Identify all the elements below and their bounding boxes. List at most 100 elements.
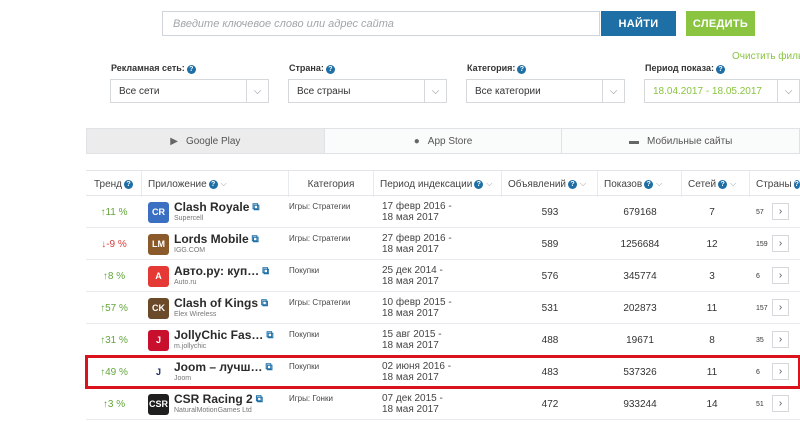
app-name-link[interactable]: Lords Mobile ⧉: [174, 233, 259, 246]
table-row[interactable]: ↑3 % CSR CSR Racing 2 ⧉ NaturalMotionGames L…: [86, 388, 800, 420]
sort-icon[interactable]: ⌵: [730, 179, 736, 189]
external-link-icon[interactable]: ⧉: [252, 201, 259, 214]
help-icon[interactable]: ?: [325, 65, 335, 74]
help-icon[interactable]: ?: [208, 179, 218, 189]
sort-icon[interactable]: ⌵: [221, 179, 227, 189]
category-value: Игры: Стратегии: [289, 234, 351, 243]
period-label: Период показа:?: [645, 63, 726, 74]
app-name-link[interactable]: Clash of Kings ⧉: [174, 297, 268, 310]
table-row[interactable]: ↑8 % А Авто.ру: куп… ⧉ Auto.ru Покупки 25 дек …: [86, 260, 800, 292]
col-countries[interactable]: Страны?: [750, 171, 800, 197]
trend-value: ↑49 %: [100, 366, 128, 378]
col-trend[interactable]: Тренд?: [86, 171, 142, 197]
external-link-icon[interactable]: ⧉: [252, 233, 259, 246]
external-link-icon[interactable]: ⧉: [261, 297, 268, 310]
app-cell: CK Clash of Kings ⧉ Elex Wireless: [148, 292, 280, 324]
trend-value: ↑57 %: [100, 302, 128, 314]
chevron-right-icon[interactable]: ›: [772, 363, 789, 380]
period-value: 17 февр 2016 -18 мая 2017: [382, 201, 452, 223]
help-icon[interactable]: ?: [718, 179, 728, 189]
app-name-link[interactable]: JollyChic Fas… ⧉: [174, 329, 274, 342]
trend-value: ↑11 %: [100, 206, 128, 218]
app-icon: J: [148, 361, 169, 383]
table-row[interactable]: ↓-9 % LM Lords Mobile ⧉ IGG.COM Игры: Стратег…: [86, 228, 800, 260]
ad-network-select[interactable]: Все сети ⌵: [110, 79, 269, 103]
tab-app-store[interactable]: ● App Store: [324, 129, 563, 153]
chevron-right-icon[interactable]: ›: [772, 203, 789, 220]
period-value: 02 июня 2016 -18 мая 2017: [382, 361, 452, 383]
ads-count: 593: [541, 206, 559, 218]
help-icon[interactable]: ?: [474, 179, 484, 189]
external-link-icon[interactable]: ⧉: [256, 393, 263, 406]
external-link-icon[interactable]: ⧉: [266, 329, 273, 342]
col-app[interactable]: Приложение? ⌵: [142, 171, 289, 197]
period-value: 10 февр 2015 -18 мая 2017: [382, 297, 452, 319]
app-name-link[interactable]: Авто.ру: куп… ⧉: [174, 265, 269, 278]
help-icon[interactable]: ?: [716, 65, 726, 74]
table-row[interactable]: ↑57 % CK Clash of Kings ⧉ Elex Wireless Игры:…: [86, 292, 800, 324]
shows-count: 537326: [623, 366, 657, 378]
sort-icon[interactable]: ⌵: [486, 179, 492, 189]
app-icon: А: [148, 265, 169, 287]
help-icon[interactable]: ?: [186, 65, 196, 74]
category-value: Покупки: [289, 266, 320, 275]
col-ads[interactable]: Объявлений? ⌵: [502, 171, 598, 197]
shows-count: 202873: [623, 302, 657, 314]
col-shows[interactable]: Показов? ⌵: [598, 171, 682, 197]
networks-count: 11: [706, 366, 718, 378]
period-select[interactable]: 18.04.2017 - 18.05.2017 ⌵: [644, 79, 800, 103]
period-value: 07 дек 2015 -18 мая 2017: [382, 393, 443, 415]
help-icon[interactable]: ?: [568, 179, 578, 189]
clear-filters-link[interactable]: Очистить филь: [732, 51, 800, 62]
app-name-link[interactable]: CSR Racing 2 ⧉: [174, 393, 263, 406]
follow-button[interactable]: СЛЕДИТЬ: [686, 11, 755, 36]
category-value: Покупки: [289, 330, 320, 339]
table-row[interactable]: ↑31 % J JollyChic Fas… ⧉ m.jollychic Покупки 1…: [86, 324, 800, 356]
app-cell: CR Clash Royale ⧉ Supercell: [148, 196, 280, 228]
chevron-right-icon[interactable]: ›: [772, 267, 789, 284]
help-icon[interactable]: ?: [644, 179, 654, 189]
app-icon: CK: [148, 297, 169, 319]
col-nets[interactable]: Сетей? ⌵: [682, 171, 750, 197]
period-value: 27 февр 2016 -18 мая 2017: [382, 233, 452, 255]
table-body: ↑11 % CR Clash Royale ⧉ Supercell Игры: Страт…: [85, 196, 800, 420]
chevron-down-icon: ⌵: [424, 80, 446, 102]
chevron-down-icon: ⌵: [777, 80, 799, 102]
chevron-right-icon[interactable]: ›: [772, 331, 789, 348]
networks-count: 3: [709, 270, 715, 282]
shows-count: 19671: [626, 334, 654, 346]
ads-count: 576: [541, 270, 559, 282]
chevron-right-icon[interactable]: ›: [772, 299, 789, 316]
help-icon[interactable]: ?: [793, 179, 800, 189]
ads-count: 488: [541, 334, 559, 346]
country-select[interactable]: Все страны ⌵: [288, 79, 447, 103]
app-name-link[interactable]: Joom – лучш… ⧉: [174, 361, 273, 374]
trend-value: ↑8 %: [102, 270, 126, 282]
app-cell: А Авто.ру: куп… ⧉ Auto.ru: [148, 260, 280, 292]
chevron-right-icon[interactable]: ›: [772, 235, 789, 252]
find-button[interactable]: НАЙТИ: [601, 11, 676, 36]
app-name-link[interactable]: Clash Royale ⧉: [174, 201, 260, 214]
help-icon[interactable]: ?: [124, 179, 134, 189]
tab-mobile-sites[interactable]: ▬ Мобильные сайты: [562, 129, 800, 153]
external-link-icon[interactable]: ⧉: [265, 361, 272, 374]
ads-count: 472: [541, 398, 559, 410]
search-input[interactable]: [162, 11, 600, 36]
sort-icon[interactable]: ⌵: [656, 179, 662, 189]
ads-count: 531: [541, 302, 559, 314]
external-link-icon[interactable]: ⧉: [262, 265, 269, 278]
app-cell: LM Lords Mobile ⧉ IGG.COM: [148, 228, 280, 260]
col-category[interactable]: Категория: [289, 171, 374, 197]
table-row[interactable]: ↑11 % CR Clash Royale ⧉ Supercell Игры: Страт…: [86, 196, 800, 228]
col-period[interactable]: Период индексации? ⌵: [374, 171, 502, 197]
category-label: Категория:?: [467, 63, 527, 74]
table-row[interactable]: ↑49 % J Joom – лучш… ⧉ Joom Покупки 02 июня 20…: [85, 355, 800, 389]
shows-count: 679168: [623, 206, 657, 218]
category-value: Покупки: [289, 362, 320, 371]
category-select[interactable]: Все категории ⌵: [466, 79, 625, 103]
chevron-right-icon[interactable]: ›: [772, 395, 789, 412]
shows-count: 1256684: [620, 238, 660, 250]
sort-icon[interactable]: ⌵: [580, 179, 586, 189]
help-icon[interactable]: ?: [517, 65, 527, 74]
tab-google-play[interactable]: ▶ Google Play: [87, 129, 325, 153]
